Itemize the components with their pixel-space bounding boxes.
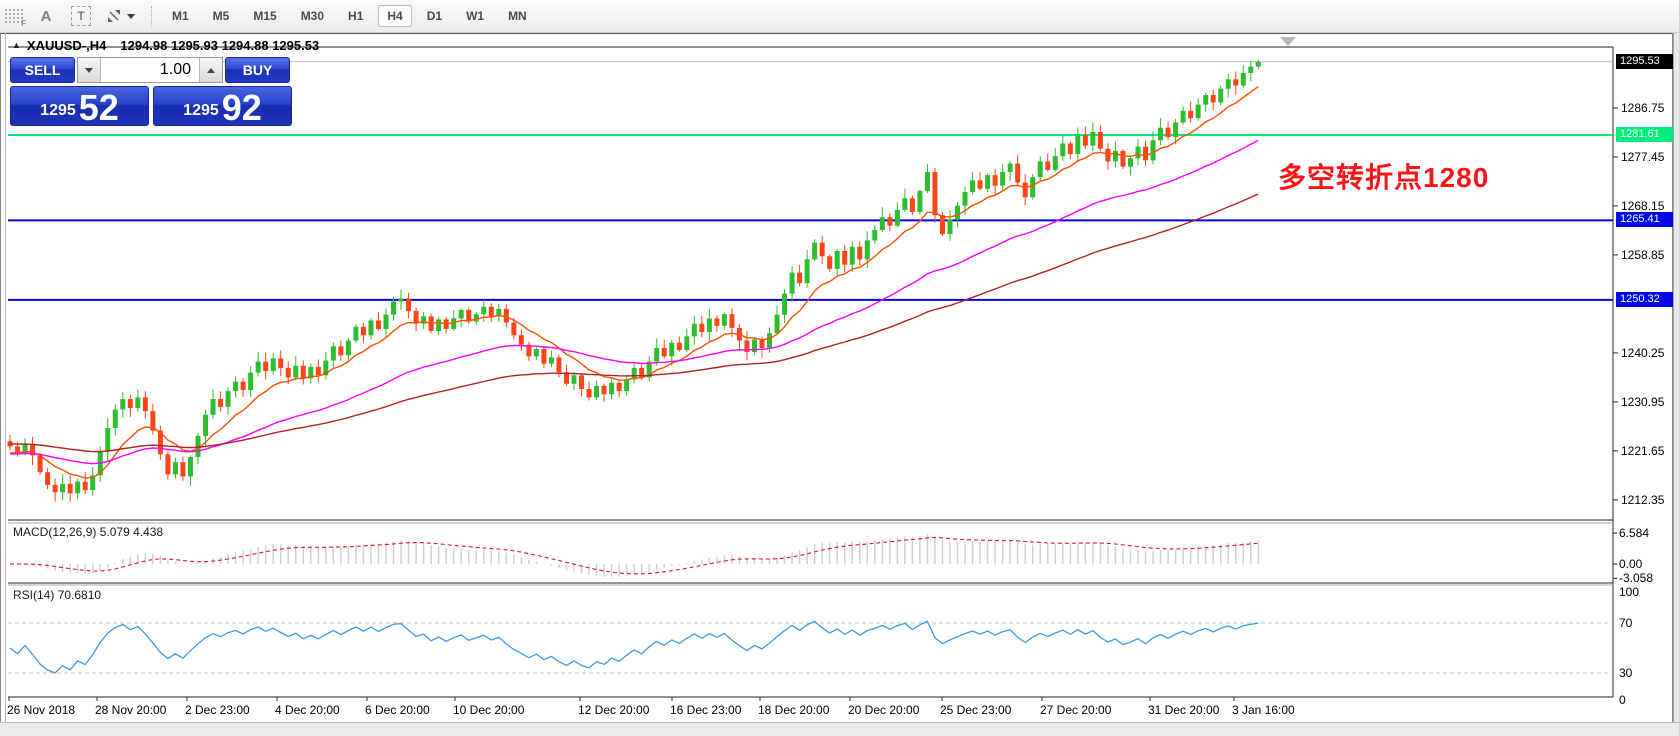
sell-price-small: 1295 <box>40 102 76 120</box>
time-tick-label: 20 Dec 20:00 <box>848 703 919 717</box>
rsi-tick-label: 100 <box>1619 585 1639 599</box>
chart-window <box>0 33 1679 736</box>
buy-price-display[interactable]: 1295 92 <box>153 86 292 126</box>
timeframe-m30-button[interactable]: M30 <box>292 5 333 27</box>
ohlc-values: 1294.98 1295.93 1294.88 1295.53 <box>120 38 319 53</box>
timeframe-m15-button[interactable]: M15 <box>244 5 285 27</box>
sell-price-display[interactable]: 1295 52 <box>10 86 149 126</box>
volume-decrease-button[interactable] <box>78 58 101 82</box>
time-tick-label: 6 Dec 20:00 <box>365 703 430 717</box>
volume-input[interactable]: 1.00 <box>101 58 199 82</box>
toolbar: F A T M1 M5M15 M30 H1 H4 D1 W1 MN <box>0 0 1679 33</box>
price-tick-label: 1221.65 <box>1621 444 1664 458</box>
window-left-border <box>0 33 1 735</box>
time-tick-label: 12 Dec 20:00 <box>578 703 649 717</box>
level-price-tag: 1250.32 <box>1616 292 1674 307</box>
macd-tick-label: -3.058 <box>1619 571 1653 585</box>
price-tick-label: 1277.45 <box>1621 150 1664 164</box>
macd-tick-label: 6.584 <box>1619 526 1649 540</box>
level-price-tag: 1265.41 <box>1616 212 1674 227</box>
toolbar-separator <box>151 6 152 26</box>
current-price-tag: 1295.53 <box>1616 54 1674 69</box>
volume-increase-button[interactable] <box>199 58 222 82</box>
time-tick-label: 16 Dec 23:00 <box>670 703 741 717</box>
macd-label: MACD(12,26,9) 5.079 4.438 <box>13 525 163 539</box>
time-tick-label: 25 Dec 23:00 <box>940 703 1011 717</box>
rsi-tick-label: 30 <box>1619 666 1632 680</box>
rsi-label: RSI(14) 70.6810 <box>13 588 101 602</box>
price-tick-label: 1240.25 <box>1621 346 1664 360</box>
vertical-scrollbar[interactable] <box>1673 33 1679 735</box>
timeframe-m1-button[interactable]: M1 <box>163 5 198 27</box>
timeframe-h1-button[interactable]: H1 <box>339 5 372 27</box>
macd-tick-label: 0.00 <box>1619 557 1642 571</box>
rsi-tick-label: 70 <box>1619 616 1632 630</box>
time-tick-label: 31 Dec 20:00 <box>1148 703 1219 717</box>
spinner-down-icon <box>85 68 93 73</box>
chart-annotation-text: 多空转折点1280 <box>1278 156 1489 196</box>
time-tick-label: 27 Dec 20:00 <box>1040 703 1111 717</box>
chart-title-bar: ▲ XAUUSD-,H4 1294.98 1295.93 1294.88 1295.… <box>12 38 319 53</box>
price-tick-label: 1230.95 <box>1621 395 1664 409</box>
price-tick-label: 1286.75 <box>1621 101 1664 115</box>
chart-shift-marker-icon[interactable] <box>1280 37 1296 46</box>
one-click-trading-panel: SELL 1.00 BUY 1295 52 1295 92 <box>10 57 292 126</box>
timeframe-bar: M1 M5M15 M30 H1 H4 D1 W1 MN <box>160 5 539 27</box>
label-t-icon[interactable]: T <box>71 6 91 26</box>
symbol-period-label: XAUUSD-,H4 <box>27 38 106 53</box>
window-bottom-edge <box>0 722 1679 736</box>
shapes-icon[interactable] <box>106 8 135 24</box>
time-tick-label: 10 Dec 20:00 <box>453 703 524 717</box>
timeframe-mn-button[interactable]: MN <box>499 5 536 27</box>
spinner-up-icon <box>207 68 215 73</box>
timeframe-d1-button[interactable]: D1 <box>418 5 451 27</box>
timeframe-w1-button[interactable]: W1 <box>457 5 493 27</box>
buy-price-big: 92 <box>222 89 262 127</box>
level-price-tag: 1281.61 <box>1616 127 1674 142</box>
sell-price-big: 52 <box>79 89 119 127</box>
buy-price-small: 1295 <box>183 102 219 120</box>
time-tick-label: 28 Nov 20:00 <box>95 703 166 717</box>
buy-button[interactable]: BUY <box>225 57 290 83</box>
window-left-inner-border <box>5 33 6 735</box>
grid-f-icon[interactable]: F <box>4 8 24 24</box>
text-a-icon[interactable]: A <box>35 5 57 27</box>
timeframe-h4-button[interactable]: H4 <box>378 5 411 27</box>
volume-control: 1.00 <box>77 57 223 83</box>
dropdown-caret-icon[interactable] <box>127 14 135 19</box>
price-tick-label: 1212.35 <box>1621 493 1664 507</box>
time-tick-label: 3 Jan 16:00 <box>1232 703 1295 717</box>
sell-button[interactable]: SELL <box>10 57 75 83</box>
rsi-tick-label: 0 <box>1619 693 1626 707</box>
timeframe-m5-button[interactable]: M5 <box>204 5 239 27</box>
price-tick-label: 1268.15 <box>1621 199 1664 213</box>
collapse-arrow-icon[interactable]: ▲ <box>12 40 21 50</box>
time-tick-label: 26 Nov 2018 <box>7 703 75 717</box>
time-tick-label: 4 Dec 20:00 <box>275 703 340 717</box>
arrows-glyph <box>106 8 122 24</box>
price-tick-label: 1258.85 <box>1621 248 1664 262</box>
time-tick-label: 2 Dec 23:00 <box>185 703 250 717</box>
time-tick-label: 18 Dec 20:00 <box>758 703 829 717</box>
